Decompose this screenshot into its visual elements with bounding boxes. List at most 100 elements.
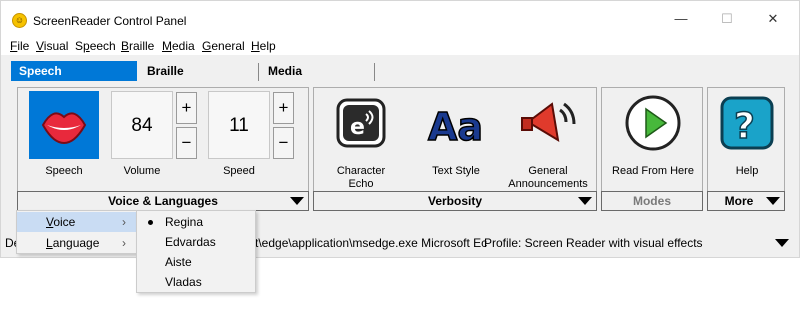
text-style-icon: Aa <box>427 104 484 150</box>
menu-braille-label: raille <box>129 39 155 53</box>
voice-option-label: Regina <box>165 215 204 229</box>
tab-braille[interactable]: Braille <box>139 61 255 81</box>
voice-languages-menu: Voice › Language › <box>16 210 137 254</box>
svg-text:e: e <box>350 115 365 140</box>
menu-item-language[interactable]: Language › <box>17 233 136 253</box>
read-from-here-label: Read From Here <box>612 165 694 177</box>
speed-increase-button[interactable]: + <box>273 92 294 124</box>
tab-media[interactable]: Media <box>260 61 372 81</box>
menu-visual-label: isual <box>43 39 69 53</box>
tab-speech[interactable]: Speech <box>11 61 137 81</box>
close-button[interactable]: ✕ <box>750 7 796 31</box>
voice-languages-dropdown[interactable]: Voice & Languages <box>17 191 309 211</box>
voice-submenu: Regina Edvardas Aiste Vladas <box>136 210 256 293</box>
general-announcements-button[interactable] <box>514 92 578 154</box>
speed-value[interactable]: 11 <box>208 91 270 159</box>
megaphone-icon <box>521 102 576 142</box>
verbosity-footer-label: Verbosity <box>427 194 483 208</box>
speech-label: Speech <box>45 165 83 177</box>
window-title: ScreenReader Control Panel <box>33 14 187 28</box>
menu-file-label: ile <box>17 39 30 53</box>
chevron-down-icon <box>766 197 780 205</box>
verbosity-group: e Character Echo Aa Text Style General A… <box>313 87 597 211</box>
voice-languages-label: Voice & Languages <box>108 194 218 208</box>
menu-speech-label: eech <box>89 39 116 53</box>
menu-braille[interactable]: Braille <box>121 39 154 53</box>
play-icon <box>625 95 681 151</box>
menu-help-label: elp <box>259 39 276 53</box>
help-group: ? Help More <box>707 87 785 211</box>
chevron-right-icon: › <box>122 215 126 229</box>
read-from-here-button[interactable] <box>622 92 684 154</box>
tab-separator <box>374 63 375 81</box>
character-echo-button[interactable]: e <box>332 92 390 154</box>
tab-strip: Speech Braille Media <box>1 61 799 83</box>
menu-speech[interactable]: Speech <box>75 39 116 53</box>
speed-label: Speed <box>223 165 255 177</box>
character-echo-label-1: Character <box>336 165 386 177</box>
menu-media-accel: M <box>162 39 172 53</box>
app-logo-icon: ☺ <box>12 13 27 28</box>
menu-file[interactable]: File <box>10 39 29 53</box>
modes-group: Read From Here Modes <box>601 87 703 211</box>
menu-media-label: edia <box>172 39 195 53</box>
character-echo-icon: e <box>336 98 386 148</box>
menu-item-language-label: anguage <box>52 236 100 250</box>
speech-group: Speech 84 + − Volume 11 + − Speed Voice … <box>17 87 309 211</box>
menu-help-accel: H <box>251 39 260 53</box>
chevron-down-icon <box>578 197 592 205</box>
menu-general[interactable]: General <box>202 39 245 53</box>
volume-increase-button[interactable]: + <box>176 92 197 124</box>
menu-item-voice[interactable]: Voice › <box>17 212 136 232</box>
status-profile-text: Profile: Screen Reader with visual effec… <box>484 236 703 250</box>
character-echo-label-2: Echo <box>348 178 374 190</box>
menu-item-language-accel: L <box>46 236 53 250</box>
tab-separator <box>258 63 259 81</box>
menu-speech-pre: S <box>75 39 84 53</box>
speech-toggle-button[interactable] <box>29 91 99 159</box>
menu-general-label: eneral <box>211 39 245 53</box>
help-icon: ? <box>720 96 774 150</box>
modes-dropdown[interactable]: Modes <box>601 191 703 211</box>
menu-media[interactable]: Media <box>162 39 195 53</box>
speed-decrease-button[interactable]: − <box>273 127 294 159</box>
menu-braille-accel: B <box>121 39 130 53</box>
voice-option[interactable]: Vladas <box>137 272 255 292</box>
verbosity-dropdown[interactable]: Verbosity <box>313 191 597 211</box>
menu-visual[interactable]: Visual <box>36 39 68 53</box>
help-button[interactable]: ? <box>717 92 777 154</box>
more-footer-label: More <box>724 194 754 208</box>
title-bar: ☺ ScreenReader Control Panel — ☐ ✕ <box>1 1 799 35</box>
voice-option[interactable]: Regina <box>137 212 255 232</box>
menu-bar: File Visual Speech Braille Media General… <box>1 35 799 55</box>
selected-bullet-icon <box>148 220 153 225</box>
voice-option[interactable]: Aiste <box>137 252 255 272</box>
voice-option-label: Edvardas <box>165 235 216 249</box>
chevron-down-icon <box>290 197 304 205</box>
svg-text:Aa: Aa <box>428 105 483 149</box>
menu-help[interactable]: Help <box>251 39 276 53</box>
maximize-button[interactable]: ☐ <box>704 7 750 31</box>
voice-option-label: Aiste <box>165 255 192 269</box>
text-style-button[interactable]: Aa <box>424 92 488 154</box>
more-dropdown[interactable]: More <box>707 191 785 211</box>
menu-item-voice-label: oice <box>53 215 76 229</box>
general-announcements-label-1: General <box>528 165 568 177</box>
lips-icon <box>41 112 87 145</box>
voice-option-label: Vladas <box>165 275 202 289</box>
minimize-button[interactable]: — <box>658 7 704 31</box>
svg-text:?: ? <box>734 106 755 147</box>
modes-footer-label: Modes <box>632 194 671 208</box>
general-announcements-label-2: Announcements <box>508 178 588 190</box>
help-label: Help <box>735 165 759 177</box>
menu-general-accel: G <box>202 39 212 53</box>
status-chevron-down-icon[interactable] <box>775 239 789 247</box>
volume-value[interactable]: 84 <box>111 91 173 159</box>
voice-option[interactable]: Edvardas <box>137 232 255 252</box>
status-path-text: t\edge\application\msedge.exe Microsoft … <box>255 236 488 250</box>
volume-label: Volume <box>123 165 161 177</box>
text-style-label: Text Style <box>432 165 480 177</box>
menu-visual-accel: V <box>36 39 44 53</box>
volume-decrease-button[interactable]: − <box>176 127 197 159</box>
menu-speech-accel: p <box>83 39 90 53</box>
